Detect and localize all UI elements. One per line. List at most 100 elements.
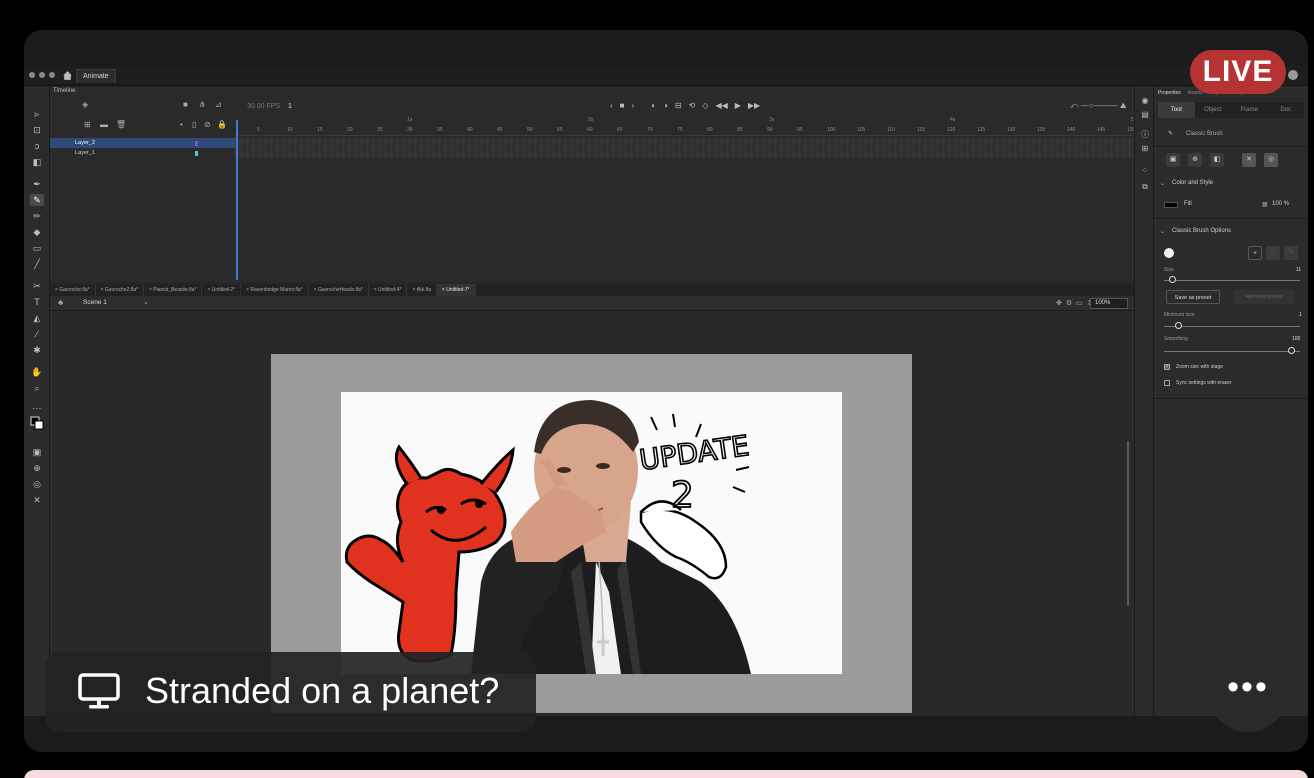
- color-style-header[interactable]: Color and Style: [1172, 180, 1213, 186]
- edit-scene-icon[interactable]: ♣: [58, 298, 63, 307]
- save-preset-button[interactable]: Save as preset: [1166, 290, 1220, 304]
- onion-outline-icon[interactable]: ◑: [663, 101, 668, 110]
- pencil-icon[interactable]: ✏: [30, 210, 44, 222]
- fps-readout[interactable]: 30.00 FPS: [247, 103, 280, 110]
- frames-grid[interactable]: [235, 138, 1134, 158]
- size-slider-knob[interactable]: [1169, 276, 1176, 283]
- brush-mode-icon[interactable]: ⊕: [30, 462, 44, 474]
- play-icon[interactable]: ▶: [735, 101, 741, 110]
- paint-bucket-icon[interactable]: ◭: [30, 312, 44, 324]
- highlight-icon[interactable]: •: [180, 120, 183, 129]
- layer-row[interactable]: Layer_1: [50, 148, 235, 158]
- object-draw-toggle-icon[interactable]: ▣: [1166, 153, 1180, 167]
- info-icon[interactable]: ⓘ: [1140, 130, 1150, 140]
- delete-layer-icon[interactable]: 🗑: [116, 120, 126, 129]
- selection-tool-icon[interactable]: ▹: [30, 108, 44, 120]
- document-tab[interactable]: × Ravenbridge Manor.fla*: [241, 284, 309, 296]
- onion-skin-icon[interactable]: ◐: [651, 101, 656, 110]
- segment-frame[interactable]: Frame: [1231, 102, 1268, 118]
- pressure-icon[interactable]: ◎: [30, 478, 44, 490]
- scene-name[interactable]: Scene 1: [83, 299, 107, 306]
- zoom-icon[interactable]: ⌕: [30, 382, 44, 394]
- new-layer-icon[interactable]: ⊞: [84, 120, 91, 129]
- segment-doc[interactable]: Doc: [1268, 102, 1305, 118]
- bone-icon[interactable]: ✂: [30, 280, 44, 292]
- properties-tab[interactable]: Properties: [1158, 90, 1181, 96]
- window-controls[interactable]: [29, 72, 55, 78]
- document-tab[interactable]: × Gavroche.fla*: [50, 284, 96, 296]
- pen-icon[interactable]: ✒: [30, 178, 44, 190]
- stroke-fill-swatch-icon[interactable]: [30, 416, 44, 430]
- tilt-toggle-icon[interactable]: ◎: [1264, 153, 1278, 167]
- edit-multiple-icon[interactable]: ⊟: [675, 101, 682, 110]
- output-icon[interactable]: ⧉: [1140, 182, 1150, 192]
- timeline-zoom-slider[interactable]: ⤺ —○——— ⛰: [1070, 101, 1127, 111]
- size-value[interactable]: 11: [1296, 267, 1301, 273]
- free-transform-icon[interactable]: ⊡: [30, 124, 44, 136]
- layer-parenting-icon[interactable]: ⋔: [199, 100, 206, 109]
- stream-title-pill[interactable]: Stranded on a planet?: [45, 652, 536, 732]
- rectangle-icon[interactable]: ▭: [30, 242, 44, 254]
- document-tab[interactable]: × Untitled-7*: [436, 284, 476, 296]
- next-icon[interactable]: ›: [632, 101, 635, 110]
- eraser-icon[interactable]: ◆: [30, 226, 44, 238]
- add-brush-icon[interactable]: +: [1248, 246, 1262, 260]
- min-size-slider-knob[interactable]: [1175, 322, 1182, 329]
- lasso-icon[interactable]: ↄ: [30, 140, 44, 152]
- zoom-select[interactable]: 100%: [1090, 298, 1128, 309]
- document-tab[interactable]: × Gavroche2.fla*: [96, 284, 144, 296]
- more-tools-icon[interactable]: ⋯: [30, 402, 44, 414]
- home-icon[interactable]: [62, 70, 73, 81]
- motion-icon[interactable]: ⁘: [1140, 166, 1150, 176]
- camera-icon[interactable]: ■: [183, 100, 188, 109]
- smoothing-slider-knob[interactable]: [1288, 347, 1295, 354]
- properties-icon[interactable]: ◉: [1140, 96, 1150, 106]
- sync-eraser-checkbox[interactable]: [1164, 380, 1170, 386]
- align-icon[interactable]: ⊞: [1140, 144, 1150, 154]
- frame-ruler[interactable]: 5 10 15 20 25 30 35 40 45 50 55 60 65 70 75 80 85 90 95 100…: [235, 117, 1136, 136]
- new-folder-icon[interactable]: ▬: [100, 120, 108, 129]
- chevron-down-icon[interactable]: ⌄: [1160, 180, 1165, 187]
- more-options-button[interactable]: •••: [1208, 652, 1288, 732]
- zoom-with-stage-checkbox[interactable]: ✓: [1164, 364, 1170, 370]
- document-tab[interactable]: × Pianist_Beastie.fla*: [144, 284, 203, 296]
- tilt-icon[interactable]: ✕: [30, 494, 44, 506]
- brush-options-header[interactable]: Classic Brush Options: [1172, 228, 1231, 234]
- hand-icon[interactable]: ✋: [30, 366, 44, 378]
- graph-icon[interactable]: ⊿: [215, 100, 222, 109]
- asset-warp-icon[interactable]: ◧: [30, 156, 44, 168]
- object-drawing-icon[interactable]: ▣: [30, 446, 44, 458]
- lock-icon[interactable]: 🔒: [217, 120, 227, 129]
- library-icon[interactable]: ▤: [1140, 110, 1150, 120]
- segment-tool[interactable]: Tool: [1158, 102, 1195, 118]
- classic-brush-icon[interactable]: ✎: [30, 194, 44, 206]
- current-frame[interactable]: 1: [288, 103, 292, 110]
- size-slider-track[interactable]: [1164, 280, 1300, 281]
- rewind-icon[interactable]: ◀◀: [715, 101, 727, 110]
- fill-opacity[interactable]: 100 %: [1272, 201, 1289, 207]
- fast-forward-icon[interactable]: ▶▶: [748, 101, 760, 110]
- smoothing-value[interactable]: 100: [1292, 336, 1300, 342]
- app-tab[interactable]: Animate: [76, 69, 116, 83]
- line-icon[interactable]: ╱: [30, 258, 44, 270]
- min-size-slider-track[interactable]: [1164, 326, 1300, 327]
- chevron-down-icon[interactable]: ⌄: [143, 298, 149, 306]
- vertical-scrollbar[interactable]: [1127, 441, 1129, 606]
- document-tab[interactable]: × Untitled-2*: [202, 284, 242, 296]
- min-size-value[interactable]: 1: [1299, 312, 1302, 318]
- smoothing-slider-track[interactable]: [1164, 351, 1300, 352]
- pin-icon[interactable]: ✱: [30, 344, 44, 356]
- eyedropper-icon[interactable]: ⁄: [30, 328, 44, 340]
- document-tab[interactable]: × Untitled-4*: [369, 284, 408, 296]
- delete-brush-icon[interactable]: ▯: [1266, 246, 1280, 260]
- stage[interactable]: UPDATE 2: [341, 392, 842, 674]
- paint-mode-toggle-icon[interactable]: ◧: [1210, 153, 1224, 167]
- brush-shape-icon[interactable]: [1164, 248, 1174, 258]
- layer-stack-icon[interactable]: ◈: [82, 100, 88, 109]
- pressure-toggle-icon[interactable]: ✕: [1242, 153, 1256, 167]
- document-tab[interactable]: × GavrocheHeads.fla*: [309, 284, 369, 296]
- playhead[interactable]: [236, 120, 238, 280]
- insert-keyframe-icon[interactable]: ◇: [702, 101, 708, 110]
- outline-icon[interactable]: ▯: [192, 120, 196, 129]
- document-tab[interactable]: × tlkk.fla: [407, 284, 437, 296]
